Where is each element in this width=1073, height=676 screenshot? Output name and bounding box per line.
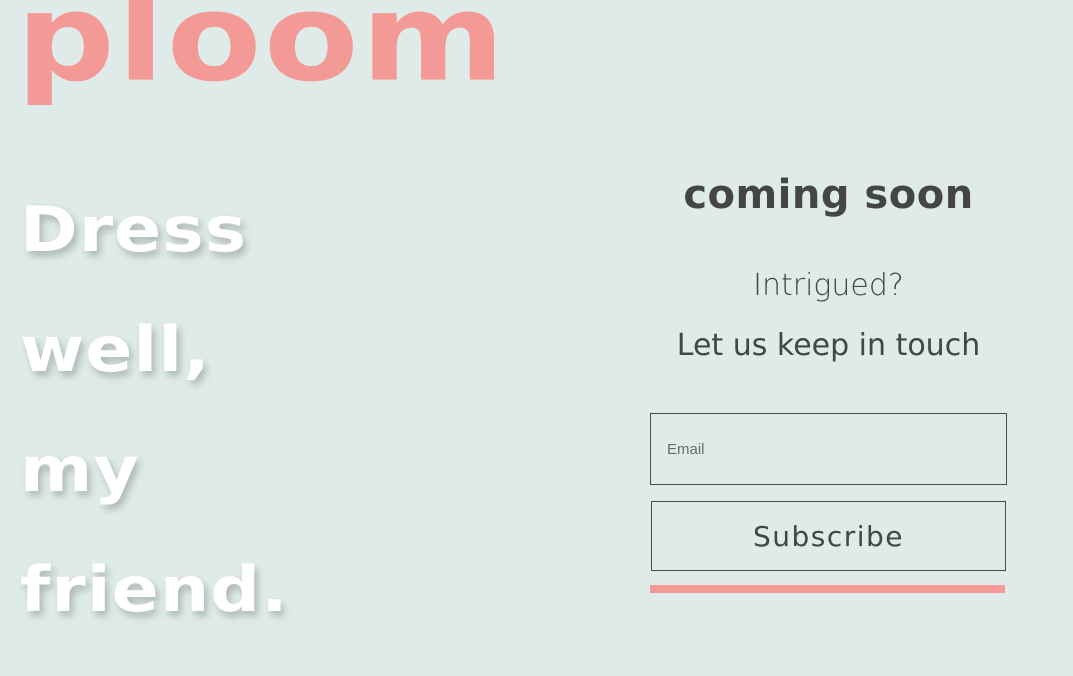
tagline-line: Dress [20, 193, 248, 266]
tagline-line: friend. [20, 553, 289, 626]
accent-bar [650, 585, 1005, 593]
intro-text: Intrigued? [753, 268, 904, 303]
brand-logo: ploom [16, 0, 508, 110]
coming-soon-heading: coming soon [683, 172, 974, 218]
signup-subheading: Let us keep in touch [676, 328, 981, 363]
tagline: Dress well, my friend. [20, 170, 288, 650]
subscribe-button[interactable]: Subscribe [651, 501, 1006, 571]
tagline-line: well, [20, 313, 211, 386]
tagline-line: my [20, 433, 140, 506]
email-field[interactable] [650, 413, 1007, 485]
